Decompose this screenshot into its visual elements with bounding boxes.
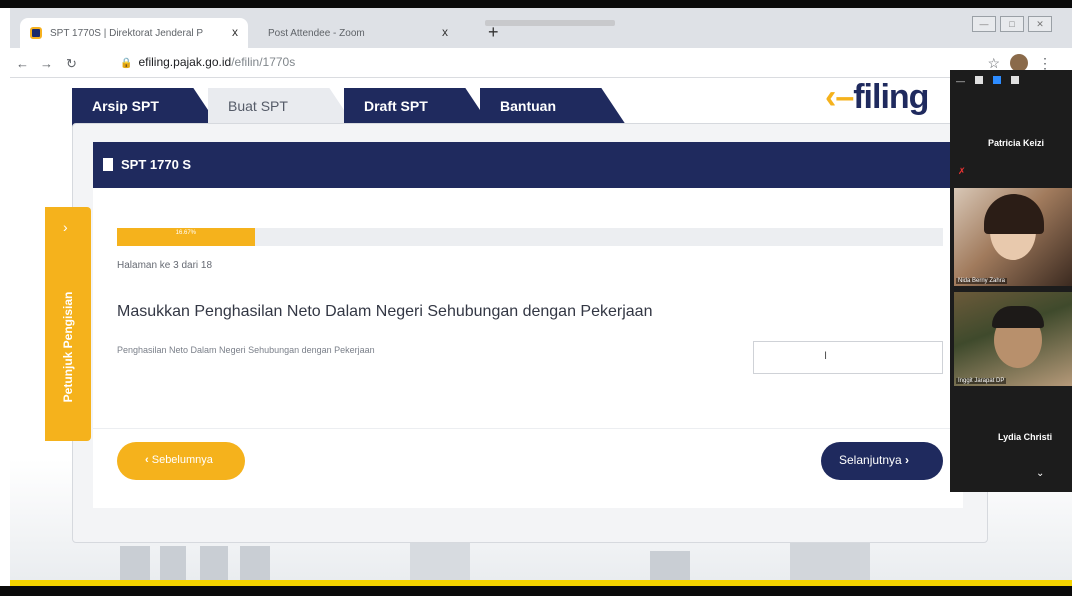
participant-name: Patricia Keizi <box>988 138 1045 148</box>
helper-label: Petunjuk Pengisian <box>61 292 75 403</box>
gallery-icon[interactable] <box>993 76 1001 84</box>
penghasilan-neto-input[interactable]: I <box>753 341 943 374</box>
logo-arrow-icon: ‹– <box>825 78 854 116</box>
address-bar: ← → ↻ 🔒 efiling.pajak.go.id/efilin/1770s … <box>10 48 1072 78</box>
progress-fill: 16.67% <box>117 228 255 246</box>
bottom-frame-strip <box>0 586 1072 596</box>
participant-video-cap <box>992 306 1044 328</box>
djp-favicon-icon <box>30 27 42 39</box>
new-tab-button[interactable]: + <box>488 22 499 43</box>
tab-buat-spt[interactable]: Buat SPT <box>208 88 356 128</box>
card-header: SPT 1770 S <box>93 142 963 188</box>
chevron-right-icon: › <box>63 219 68 235</box>
minimize-icon[interactable]: — <box>972 16 996 32</box>
browser-tab-efiling[interactable]: SPT 1770S | Direktorat Jenderal P x <box>20 18 248 48</box>
page-indicator: Halaman ke 3 dari 18 <box>117 260 213 271</box>
chevron-left-icon: ‹ <box>145 454 152 466</box>
petunjuk-pengisian-tab[interactable]: › Petunjuk Pengisian <box>45 207 91 441</box>
menu-kebab-icon[interactable]: ⋮ <box>1038 55 1052 72</box>
zoom-share-drag-handle[interactable] <box>485 20 615 26</box>
participant-tile[interactable]: Patricia Keizi ✗ <box>954 130 1072 180</box>
text-cursor-icon: I <box>824 350 828 362</box>
form-title: SPT 1770 S <box>121 157 192 172</box>
document-icon <box>103 158 113 171</box>
next-label: Selanjutnya <box>839 453 902 467</box>
question-title: Masukkan Penghasilan Neto Dalam Negeri S… <box>117 303 653 320</box>
chevron-right-icon: › <box>901 453 910 467</box>
close-tab-icon[interactable]: x <box>232 25 238 39</box>
back-arrow-icon[interactable]: ← <box>16 56 29 71</box>
maximize-icon[interactable]: □ <box>1000 16 1024 32</box>
efiling-logo: ‹–filing <box>825 78 929 117</box>
next-button[interactable]: Selanjutnya › <box>821 442 943 480</box>
url-field[interactable]: 🔒 efiling.pajak.go.id/efilin/1770s <box>120 55 295 69</box>
speaker-view-icon[interactable] <box>1011 76 1019 84</box>
close-tab-icon[interactable]: x <box>442 25 448 39</box>
participant-video-tile[interactable]: Nida Berny Zahra <box>954 188 1072 286</box>
minimize-panel-icon[interactable]: — <box>956 76 965 86</box>
previous-button[interactable]: ‹ Sebelumnya <box>117 442 245 480</box>
bookmark-star-icon[interactable]: ☆ <box>987 55 1000 72</box>
tab-draft-spt[interactable]: Draft SPT <box>344 88 492 128</box>
zoom-panel-controls: — <box>956 76 1019 86</box>
previous-label: Sebelumnya <box>151 454 213 466</box>
top-frame-strip <box>0 0 1072 8</box>
field-label: Penghasilan Neto Dalam Negeri Sehubungan… <box>117 345 375 355</box>
forward-arrow-icon[interactable]: → <box>40 56 53 71</box>
reload-icon[interactable]: ↻ <box>66 56 77 72</box>
card-body: 16.67% Halaman ke 3 dari 18 Masukkan Pen… <box>93 188 963 508</box>
tab-title: SPT 1770S | Direktorat Jenderal P <box>50 27 204 39</box>
participant-video-hair <box>984 194 1044 234</box>
logo-text: filing <box>853 78 929 116</box>
lock-icon: 🔒 <box>120 58 133 69</box>
progress-bar: 16.67% <box>117 228 943 246</box>
window-close-icon[interactable]: ✕ <box>1028 16 1052 32</box>
browser-tab-bar: SPT 1770S | Direktorat Jenderal P x Post… <box>10 8 1072 48</box>
chevron-down-icon[interactable]: ⌄ <box>1036 468 1044 479</box>
tab-arsip-spt[interactable]: Arsip SPT <box>72 88 220 128</box>
url-domain: efiling.pajak.go.id <box>138 55 232 69</box>
participant-video-tile[interactable]: Inggit Jarapat DP <box>954 292 1072 386</box>
participant-name: Inggit Jarapat DP <box>956 378 1007 384</box>
participant-name: Lydia Christi <box>998 432 1053 442</box>
spt-form-card: SPT 1770 S 16.67% Halaman ke 3 dari 18 M… <box>72 123 988 543</box>
page-viewport: Arsip SPT Buat SPT Draft SPT Bantuan ‹–f… <box>10 78 1072 586</box>
tab-title: Post Attendee - Zoom <box>268 27 365 39</box>
view-icon[interactable] <box>975 76 983 84</box>
tab-bantuan[interactable]: Bantuan <box>480 88 628 128</box>
muted-mic-icon: ✗ <box>958 166 966 176</box>
zoom-participant-panel: — Patricia Keizi ✗ Nida Berny Zahra Ingg… <box>950 70 1072 492</box>
divider <box>93 428 963 429</box>
url-path: /efilin/1770s <box>231 55 296 69</box>
participant-tile[interactable]: Lydia Christi <box>954 400 1072 460</box>
participant-name: Nida Berny Zahra <box>956 278 1008 284</box>
window-controls: — □ ✕ <box>972 16 1052 32</box>
browser-tab-zoom[interactable]: Post Attendee - Zoom x <box>258 18 458 48</box>
